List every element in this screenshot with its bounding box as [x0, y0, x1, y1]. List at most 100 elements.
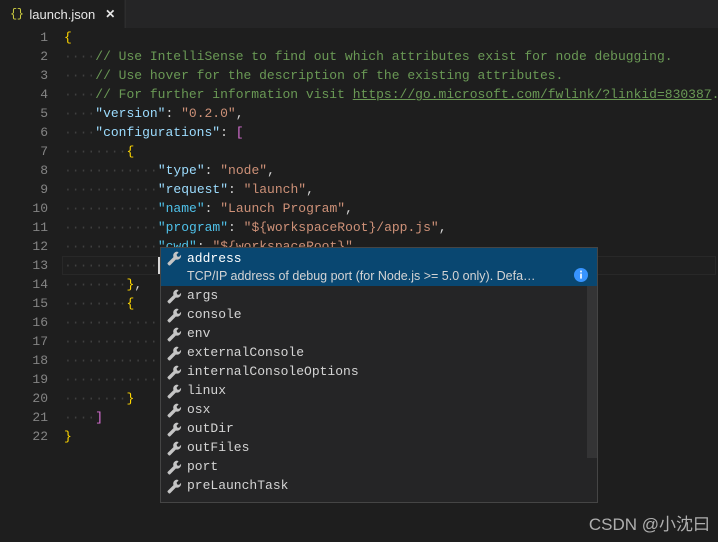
suggestion-label: args: [187, 288, 219, 303]
code-token-brace: }: [64, 429, 72, 444]
code-token-brace: {: [126, 296, 135, 311]
suggestion-item[interactable]: env: [161, 324, 597, 343]
suggestion-item[interactable]: port: [161, 457, 597, 476]
indent-guides: ····: [64, 87, 96, 102]
suggestion-item[interactable]: externalConsole: [161, 343, 597, 362]
info-icon[interactable]: [573, 267, 589, 283]
line-content: {: [127, 294, 135, 313]
line-number: 21: [32, 410, 48, 425]
line-number: 5: [40, 106, 48, 121]
line-number: 11: [32, 220, 48, 235]
code-token-str: "launch": [243, 182, 307, 197]
line-content: ]: [95, 408, 103, 427]
code-line[interactable]: 8 ············ "type": "node",: [0, 161, 718, 180]
line-number: 18: [32, 353, 48, 368]
code-line[interactable]: 1{: [0, 28, 718, 47]
code-token-punc: ,: [267, 163, 275, 178]
code-token-key: "configurations": [95, 125, 221, 140]
line-content: }: [64, 427, 72, 446]
suggestion-label: internalConsoleOptions: [187, 364, 359, 379]
editor-tab-bar: {} launch.json ✕: [0, 0, 718, 28]
property-wrench-icon: [166, 383, 182, 399]
line-content: // Use IntelliSense to find out which at…: [95, 47, 672, 66]
suggestion-item[interactable]: args: [161, 286, 597, 305]
indent-guides: ············: [64, 372, 158, 387]
code-token-punc: :: [204, 201, 221, 216]
suggestion-item[interactable]: outFiles: [161, 438, 597, 457]
code-line[interactable]: 4 ····// For further information visit ht…: [0, 85, 718, 104]
code-token-punc: :: [228, 220, 244, 235]
line-content: {: [127, 142, 135, 161]
line-content: "type": "node",: [158, 161, 275, 180]
code-token-punc: :: [204, 163, 221, 178]
suggestion-item[interactable]: linux: [161, 381, 597, 400]
code-token-brace: }: [126, 391, 135, 406]
property-wrench-icon: [166, 421, 182, 437]
code-line[interactable]: 11 ············ "program": "${workspaceRoo…: [0, 218, 718, 237]
code-token-keyhl: "name": [157, 201, 205, 216]
line-content: "request": "launch",: [158, 180, 314, 199]
code-link[interactable]: https://go.microsoft.com/fwlink/?linkid=…: [353, 87, 712, 102]
indent-guides: ····: [64, 68, 96, 83]
indent-guides: ············: [64, 353, 158, 368]
line-number: 14: [32, 277, 48, 292]
line-number: 8: [40, 163, 48, 178]
suggestion-label: console: [187, 307, 242, 322]
suggestion-scrollbar[interactable]: [587, 248, 597, 502]
indent-guides: ········: [64, 296, 127, 311]
code-token-punc: ,: [306, 182, 314, 197]
code-line[interactable]: 2 ····// Use IntelliSense to find out whi…: [0, 47, 718, 66]
suggestion-label: linux: [187, 383, 227, 398]
property-wrench-icon: [166, 440, 182, 456]
code-token-brace: {: [64, 30, 72, 45]
suggestion-item[interactable]: osx: [161, 400, 597, 419]
line-number: 3: [40, 68, 48, 83]
line-content: }: [127, 389, 135, 408]
suggestion-item[interactable]: internalConsoleOptions: [161, 362, 597, 381]
code-token-punc: ,: [134, 277, 143, 292]
suggestion-widget[interactable]: address TCP/IP address of debug port (for…: [160, 247, 598, 503]
code-token-str: "Launch Program": [220, 201, 346, 216]
code-line[interactable]: 3 ····// Use hover for the description of…: [0, 66, 718, 85]
suggestion-label: address: [187, 250, 242, 266]
property-wrench-icon: [166, 288, 182, 304]
suggestion-item[interactable]: address TCP/IP address of debug port (for…: [161, 248, 597, 286]
suggestion-item[interactable]: preLaunchTask: [161, 476, 597, 495]
code-line[interactable]: 5 ···· "version": "0.2.0",: [0, 104, 718, 123]
property-wrench-icon: [166, 326, 182, 342]
code-line[interactable]: 6 ···· "configurations": [: [0, 123, 718, 142]
code-line[interactable]: 7 ········{: [0, 142, 718, 161]
code-line[interactable]: 9 ············ "request": "launch",: [0, 180, 718, 199]
code-token-brack: ]: [95, 410, 104, 425]
line-content: // For further information visit https:/…: [95, 85, 718, 104]
tab-launch-json[interactable]: {} launch.json ✕: [0, 0, 126, 28]
suggestion-item[interactable]: console: [161, 305, 597, 324]
code-token-punc: :: [220, 125, 236, 140]
property-wrench-icon: [166, 250, 182, 266]
indent-guides: ············: [64, 334, 158, 349]
indent-guides: ····: [64, 125, 96, 140]
code-token-brace: {: [126, 144, 135, 159]
line-content: {: [64, 28, 72, 47]
json-braces-icon: {}: [10, 7, 24, 21]
line-number: 20: [32, 391, 48, 406]
suggestion-item[interactable]: outDir: [161, 419, 597, 438]
code-token-str: "0.2.0": [181, 106, 236, 121]
code-token-keyhl: "program": [157, 220, 229, 235]
close-icon[interactable]: ✕: [105, 8, 115, 20]
vscode-window: {} launch.json ✕ 1{2 ····// Use IntelliSe…: [0, 0, 718, 542]
code-token-key: "request": [157, 182, 229, 197]
indent-guides: ········: [64, 144, 127, 159]
tab-bar-empty-area: [125, 0, 718, 28]
line-content: "version": "0.2.0",: [95, 104, 243, 123]
suggestion-label: preLaunchTask: [187, 478, 289, 493]
property-wrench-icon: [166, 478, 182, 494]
property-wrench-icon: [166, 364, 182, 380]
code-line[interactable]: 10 ············ "name": "Launch Program",: [0, 199, 718, 218]
line-content: "name": "Launch Program",: [158, 199, 353, 218]
line-number: 1: [40, 30, 48, 45]
suggestion-label: env: [187, 326, 211, 341]
suggestion-label: port: [187, 459, 219, 474]
code-token-str: "${workspaceRoot}/app.js": [243, 220, 439, 235]
code-token-comment: // For further information visit: [95, 87, 353, 102]
